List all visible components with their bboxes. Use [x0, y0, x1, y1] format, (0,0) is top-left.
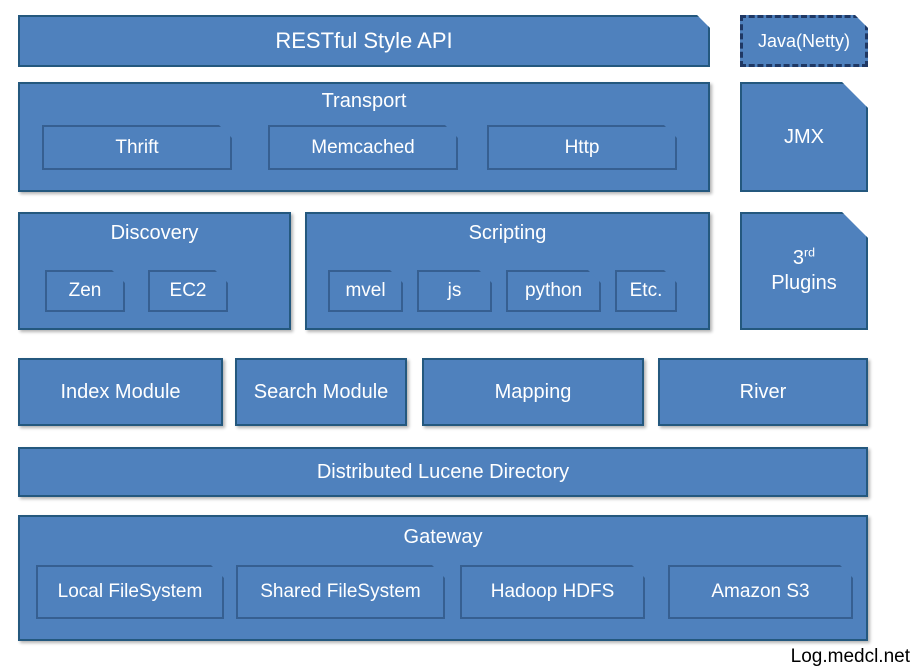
module-river-label: River [739, 380, 787, 403]
scripting-group: Scripting mvel js python Etc. [305, 212, 710, 330]
discovery-item-zen-label: Zen [68, 280, 102, 302]
module-index[interactable]: Index Module [18, 358, 223, 426]
scripting-item-mvel[interactable]: mvel [328, 270, 403, 312]
discovery-group: Discovery Zen EC2 [18, 212, 291, 330]
third-party-plugins-box[interactable]: 3rd Plugins [740, 212, 868, 330]
discovery-item-zen[interactable]: Zen [45, 270, 125, 312]
gateway-item-shared-filesystem-label: Shared FileSystem [260, 581, 421, 603]
transport-item-thrift[interactable]: Thrift [42, 125, 232, 170]
module-search[interactable]: Search Module [235, 358, 407, 426]
transport-item-http-label: Http [564, 136, 600, 158]
scripting-item-etc-label: Etc. [629, 280, 663, 302]
gateway-item-hadoop-hdfs[interactable]: Hadoop HDFS [460, 565, 645, 619]
transport-group: Transport Thrift Memcached Http [18, 82, 710, 192]
scripting-item-mvel-label: mvel [345, 280, 386, 302]
discovery-group-title: Discovery [110, 222, 199, 244]
transport-item-http[interactable]: Http [487, 125, 677, 170]
gateway-item-amazon-s3[interactable]: Amazon S3 [668, 565, 853, 619]
scripting-item-python-label: python [524, 280, 583, 302]
jmx-box[interactable]: JMX [740, 82, 868, 192]
gateway-item-hadoop-hdfs-label: Hadoop HDFS [490, 581, 615, 603]
module-index-label: Index Module [60, 380, 181, 403]
gateway-item-local-filesystem[interactable]: Local FileSystem [36, 565, 224, 619]
gateway-item-amazon-s3-label: Amazon S3 [711, 581, 810, 603]
module-mapping-label: Mapping [494, 380, 572, 403]
restful-style-api-box[interactable]: RESTful Style API [18, 15, 710, 67]
module-river[interactable]: River [658, 358, 868, 426]
discovery-item-ec2-label: EC2 [169, 280, 207, 302]
jmx-label: JMX [784, 125, 824, 148]
architecture-diagram: RESTful Style API Java(Netty) Transport … [0, 0, 920, 672]
transport-group-title: Transport [321, 90, 407, 112]
distributed-lucene-directory-label: Distributed Lucene Directory [316, 460, 570, 483]
scripting-item-js-label: js [447, 280, 462, 302]
scripting-item-js[interactable]: js [417, 270, 492, 312]
module-search-label: Search Module [253, 380, 389, 403]
discovery-item-ec2[interactable]: EC2 [148, 270, 228, 312]
gateway-group-title: Gateway [403, 526, 483, 548]
gateway-group: Gateway Local FileSystem Shared FileSyst… [18, 515, 868, 641]
watermark: Log.medcl.net [790, 646, 910, 667]
restful-style-api-label: RESTful Style API [275, 28, 453, 54]
scripting-item-python[interactable]: python [506, 270, 601, 312]
scripting-item-etc[interactable]: Etc. [615, 270, 677, 312]
java-netty-label: Java(Netty) [757, 30, 851, 51]
transport-item-memcached[interactable]: Memcached [268, 125, 458, 170]
scripting-group-title: Scripting [468, 222, 547, 244]
module-mapping[interactable]: Mapping [422, 358, 644, 426]
transport-item-thrift-label: Thrift [115, 136, 159, 158]
gateway-item-shared-filesystem[interactable]: Shared FileSystem [236, 565, 445, 619]
plugins-ordinal-number: 3 [792, 247, 805, 269]
plugins-ordinal: 3rd [793, 247, 815, 270]
gateway-item-local-filesystem-label: Local FileSystem [57, 581, 203, 603]
plugins-label: Plugins [771, 272, 837, 294]
plugins-ordinal-suffix: rd [804, 245, 816, 260]
transport-item-memcached-label: Memcached [311, 136, 415, 158]
java-netty-box[interactable]: Java(Netty) [740, 15, 868, 67]
distributed-lucene-directory-box[interactable]: Distributed Lucene Directory [18, 447, 868, 497]
